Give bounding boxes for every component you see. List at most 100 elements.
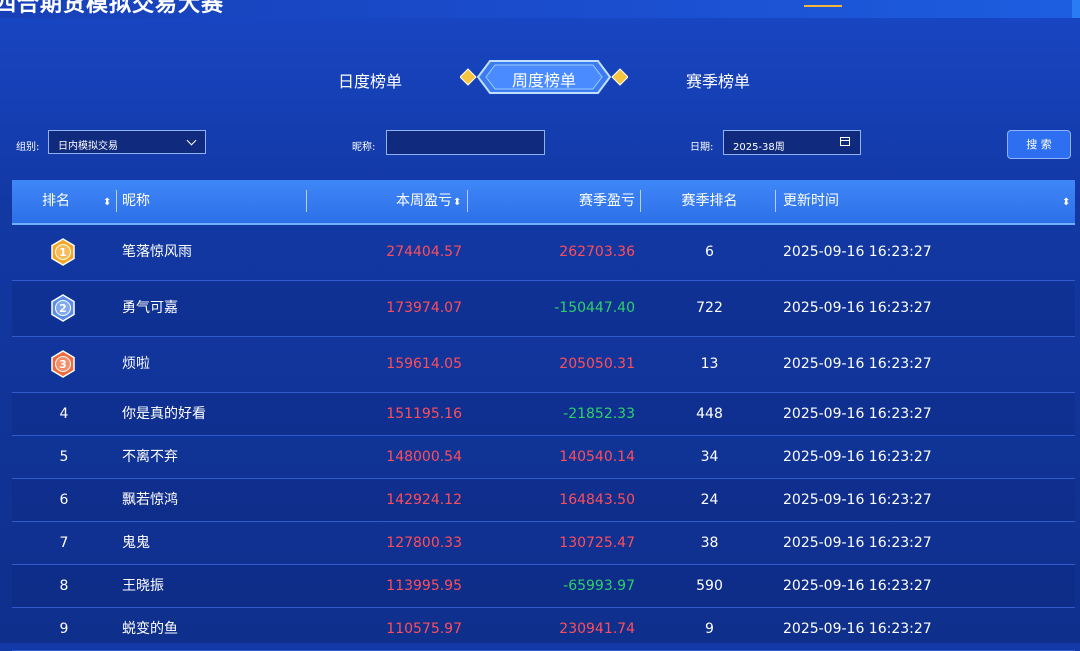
nickname-cell: 勇气可嘉 [122,300,178,316]
nickname-cell: 王晓振 [122,578,164,594]
col-rank-label: 排名 [42,193,70,209]
date-value: 2025-38周 [733,142,785,153]
table-row: 2 勇气可嘉 173974.07 -150447.40 722 2025-09-16 16… [12,281,1075,337]
weekly-pnl-cell: 274404.57 [386,244,462,260]
sort-week-icon[interactable]: ⬍ [450,180,461,223]
filter-bar: 组别: 日内模拟交易 昵称: 日期: 2025-38周 搜 索 [0,130,1080,159]
svg-text:3: 3 [59,358,67,371]
rank-cell: 6 [59,492,69,508]
tab-daily[interactable]: 日度榜单 [338,68,402,92]
season-rank-cell: 448 [696,406,723,422]
season-rank-cell: 9 [705,621,714,637]
nav-active-indicator [804,5,842,7]
update-time-cell: 2025-09-16 16:23:27 [783,492,932,508]
table-row: 4 你是真的好看 151195.16 -21852.33 448 2025-09-16 1… [12,393,1075,436]
table-body: 1 笔落惊风雨 274404.57 262703.36 6 2025-09-16 16:2… [12,225,1075,651]
table-row: 7 鬼鬼 127800.33 130725.47 38 2025-09-16 16:23:… [12,522,1075,565]
col-season-header: 赛季盈亏 [579,193,635,209]
season-rank-cell: 13 [700,356,719,372]
top-header: 四合期货模拟交易大赛 [0,0,1080,18]
weekly-pnl-cell: 113995.95 [386,578,462,594]
tab-season[interactable]: 赛季榜单 [686,68,750,92]
column-divider [467,190,468,212]
weekly-pnl-cell: 173974.07 [386,300,462,316]
update-time-cell: 2025-09-16 16:23:27 [783,578,932,594]
col-name-header: 昵称 [122,193,150,209]
table-row: 1 笔落惊风雨 274404.57 262703.36 6 2025-09-16 16:2… [12,225,1075,281]
season-rank-cell: 6 [705,244,714,260]
nickname-cell: 飘若惊鸿 [122,492,178,508]
update-time-cell: 2025-09-16 16:23:27 [783,449,932,465]
calendar-icon [840,137,850,146]
leaderboard-tabs: 日度榜单 周度榜单 赛季榜单 [0,58,1080,98]
season-pnl-cell: 205050.31 [559,356,635,372]
svg-text:1: 1 [59,246,67,259]
tab-weekly-label: 周度榜单 [511,71,576,90]
table-row: 3 烦啦 159614.05 205050.31 13 2025-09-16 16:23:… [12,337,1075,393]
chevron-down-icon [186,135,197,146]
season-rank-cell: 24 [700,492,719,508]
season-pnl-cell: 140540.14 [559,449,635,465]
col-week-label: 本周盈亏 [396,193,452,209]
season-pnl-cell: 262703.36 [559,244,635,260]
season-pnl-cell: 164843.50 [559,492,635,508]
table-row: 8 王晓振 113995.95 -65993.97 590 2025-09-16 16:2… [12,565,1075,608]
nickname-cell: 笔落惊风雨 [122,244,192,260]
svg-text:2: 2 [59,302,67,315]
header-edge [1072,0,1080,18]
rank-cell: 4 [59,406,69,422]
col-rank-header[interactable]: 排名 [42,180,70,223]
nickname-cell: 不离不弃 [122,449,178,465]
update-time-cell: 2025-09-16 16:23:27 [783,356,932,372]
rank-cell: 5 [59,449,69,465]
group-select-value: 日内模拟交易 [58,141,118,152]
season-pnl-cell: -150447.40 [554,300,635,316]
season-pnl-cell: -65993.97 [563,578,635,594]
rank-cell: 8 [59,578,69,594]
weekly-pnl-cell: 142924.12 [386,492,462,508]
update-time-cell: 2025-09-16 16:23:27 [783,535,932,551]
weekly-pnl-cell: 151195.16 [386,406,462,422]
nickname-label: 昵称: [352,142,376,153]
nickname-cell: 蜕变的鱼 [122,621,178,637]
season-pnl-cell: 130725.47 [559,535,635,551]
update-time-cell: 2025-09-16 16:23:27 [783,300,932,316]
season-pnl-cell: -21852.33 [563,406,635,422]
weekly-pnl-cell: 127800.33 [386,535,462,551]
search-button[interactable]: 搜 索 [1007,130,1071,159]
date-picker[interactable]: 2025-38周 [723,130,861,155]
season-rank-cell: 722 [696,300,723,316]
sort-rank-icon[interactable]: ⬍ [100,180,111,223]
silver-medal-icon: 2 [51,294,75,322]
table-row: 5 不离不弃 148000.54 140540.14 34 2025-09-16 16:2… [12,436,1075,479]
page-title: 四合期货模拟交易大赛 [0,0,225,17]
col-week-header[interactable]: 本周盈亏 [302,180,452,223]
update-time-cell: 2025-09-16 16:23:27 [783,621,932,637]
date-label: 日期: [690,142,714,153]
col-season-rank-header: 赛季排名 [681,193,738,209]
season-rank-cell: 38 [700,535,719,551]
group-select[interactable]: 日内模拟交易 [48,130,206,154]
rank-cell: 7 [59,535,69,551]
leaderboard-table: 排名 ⬍ 昵称 本周盈亏 ⬍ 赛季盈亏 赛季排名 更新时间 ⬍ 1 笔落惊风雨 27… [12,180,1075,651]
weekly-pnl-cell: 148000.54 [386,449,462,465]
weekly-pnl-cell: 159614.05 [386,356,462,372]
table-header: 排名 ⬍ 昵称 本周盈亏 ⬍ 赛季盈亏 赛季排名 更新时间 ⬍ [12,180,1075,225]
rank-cell: 9 [59,621,69,637]
nickname-cell: 鬼鬼 [122,535,150,551]
sort-time-icon[interactable]: ⬍ [1059,180,1070,223]
group-label: 组别: [16,142,40,153]
update-time-cell: 2025-09-16 16:23:27 [783,244,932,260]
table-row: 6 飘若惊鸿 142924.12 164843.50 24 2025-09-16 16:2… [12,479,1075,522]
nickname-cell: 烦啦 [122,356,150,372]
nickname-cell: 你是真的好看 [122,406,206,422]
update-time-cell: 2025-09-16 16:23:27 [783,406,932,422]
column-divider [775,190,776,212]
tab-weekly[interactable]: 周度榜单 [460,58,628,96]
season-rank-cell: 590 [696,578,723,594]
gold-medal-icon: 1 [51,238,75,266]
nickname-input[interactable] [386,130,545,155]
table-row: 9 蜕变的鱼 110575.97 230941.74 9 2025-09-16 16:23… [12,608,1075,651]
weekly-pnl-cell: 110575.97 [386,621,462,637]
season-pnl-cell: 230941.74 [559,621,635,637]
